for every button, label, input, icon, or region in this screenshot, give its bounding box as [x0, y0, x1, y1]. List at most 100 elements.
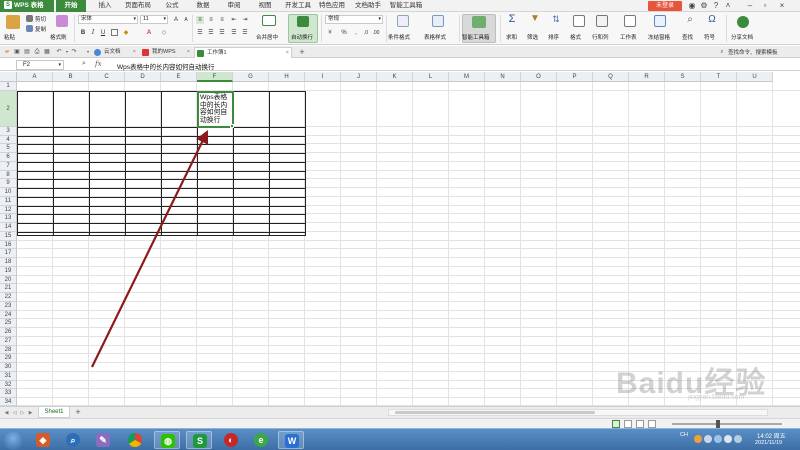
align-left-icon[interactable]: ☰	[196, 29, 204, 37]
close-icon[interactable]: ×	[133, 47, 136, 58]
wrap-text-icon[interactable]	[297, 16, 309, 27]
taskbar-app-game[interactable]: ◈	[30, 431, 56, 449]
close-icon[interactable]: ×	[187, 47, 190, 58]
conditional-format-icon[interactable]	[397, 15, 409, 27]
taskbar-app-wps-sheets[interactable]: S	[186, 431, 212, 449]
border-icon[interactable]	[111, 29, 118, 36]
worksheet-button[interactable]: 工作表	[620, 33, 637, 41]
help-icon[interactable]: ?	[710, 1, 722, 11]
row-col-icon[interactable]	[596, 15, 608, 27]
currency-icon[interactable]: ¥	[326, 29, 334, 37]
tray-volume-icon[interactable]	[724, 435, 732, 443]
table-style-button[interactable]: 表格样式	[424, 33, 446, 41]
find-button[interactable]: 查找	[682, 33, 693, 41]
align-right-icon[interactable]: ☰	[218, 29, 226, 37]
toolbox-icon[interactable]	[472, 16, 486, 28]
name-box[interactable]: F2 ▾	[16, 60, 64, 70]
redo-icon[interactable]: ↷	[70, 48, 78, 56]
prev-sheet-icon[interactable]: ◁	[11, 409, 18, 417]
share-doc-button[interactable]: 分享文档	[731, 33, 753, 41]
merge-center-button[interactable]: 合并居中	[256, 33, 278, 41]
tab-page-layout[interactable]: 页面布局	[121, 0, 155, 12]
scrollbar-thumb[interactable]	[395, 411, 595, 414]
tab-home[interactable]: 开始	[56, 0, 86, 12]
zoom-search-icon[interactable]: ⌕	[82, 60, 86, 68]
taskbar-app-search[interactable]: ⌕	[60, 431, 86, 449]
align-bottom-icon[interactable]: ≡	[218, 16, 226, 24]
horizontal-scrollbar[interactable]	[388, 409, 768, 416]
copy-button[interactable]: 复制	[35, 25, 46, 33]
clock-time[interactable]: 14:02 周五	[757, 431, 786, 440]
indent-decrease-icon[interactable]: ⇤	[230, 16, 238, 24]
formula-input[interactable]: Wps表格中的长内容如何自动换行	[117, 61, 215, 71]
tray-flag-icon[interactable]	[734, 435, 742, 443]
tab-doc-assistant[interactable]: 文档助手	[352, 0, 384, 12]
taskbar-app-wechat[interactable]: ◍	[154, 431, 180, 449]
tab-view[interactable]: 视图	[252, 0, 278, 12]
decimal-decrease-icon[interactable]: .00	[372, 29, 380, 37]
clear-format-icon[interactable]: ◇	[160, 29, 168, 37]
save-icon[interactable]: ▣	[13, 48, 21, 56]
font-color-icon[interactable]: A	[145, 29, 153, 37]
find-icon[interactable]: ⌕	[686, 15, 694, 25]
last-sheet-icon[interactable]: ▶	[27, 409, 34, 417]
skin-icon[interactable]: ◉	[686, 1, 698, 11]
align-center-icon[interactable]: ☰	[207, 29, 215, 37]
tab-my-wps[interactable]: 我的WPS ×	[140, 47, 192, 58]
tab-data[interactable]: 数据	[190, 0, 216, 12]
output-pdf-icon[interactable]: ▤	[23, 48, 31, 56]
conditional-format-button[interactable]: 条件格式	[388, 33, 410, 41]
sum-icon[interactable]: Σ	[508, 14, 516, 25]
wrap-text-button[interactable]: 自动换行	[291, 33, 313, 41]
settings-icon[interactable]: ⚙	[698, 1, 710, 11]
app-menu-button[interactable]: S WPS 表格	[0, 0, 54, 12]
sum-button[interactable]: 求和	[506, 33, 517, 41]
font-size-select[interactable]: 11 ▾	[140, 15, 168, 24]
font-grow-icon[interactable]: A	[172, 16, 180, 24]
maximize-icon[interactable]: ▫	[759, 1, 771, 11]
worksheet-icon[interactable]	[624, 15, 636, 27]
table-style-icon[interactable]	[432, 15, 444, 27]
taskbar-app-chrome[interactable]	[122, 431, 148, 449]
tray-sync-icon[interactable]	[714, 435, 722, 443]
taskbar-app-wps-writer[interactable]: W	[278, 431, 304, 449]
tab-developer[interactable]: 开发工具	[283, 0, 313, 12]
zoom-slider[interactable]	[672, 423, 782, 425]
new-tab-button[interactable]: +	[298, 48, 306, 57]
distribute-icon[interactable]: ☰	[241, 29, 249, 37]
add-sheet-button[interactable]: +	[73, 408, 83, 417]
zoom-slider-knob[interactable]	[716, 420, 720, 428]
copy-icon[interactable]	[26, 25, 33, 32]
ribbon-collapse-icon[interactable]: ˄	[722, 1, 734, 11]
print-preview-icon[interactable]: ▦	[43, 48, 51, 56]
scissors-icon[interactable]	[26, 15, 33, 22]
open-folder-icon[interactable]: ▰	[3, 48, 11, 56]
bold-button[interactable]: B	[79, 29, 87, 37]
symbol-icon[interactable]: Ω	[708, 15, 716, 25]
format-icon[interactable]	[573, 15, 585, 27]
underline-button[interactable]: U	[99, 29, 107, 37]
format-painter-icon[interactable]	[56, 15, 68, 27]
freeze-panes-icon[interactable]	[654, 15, 666, 27]
clock-date[interactable]: 2021/11/19	[755, 440, 782, 446]
undo-icon[interactable]: ↶	[55, 48, 63, 56]
align-top-icon[interactable]: ≡	[196, 16, 204, 24]
sort-button[interactable]: 排序	[548, 33, 559, 41]
format-painter-button[interactable]: 格式刷	[50, 33, 67, 41]
fill-color-icon[interactable]: ◆	[122, 29, 130, 37]
login-button[interactable]: 未登录	[648, 1, 682, 11]
filter-icon[interactable]: ▼	[530, 14, 540, 24]
cut-button[interactable]: 剪切	[35, 15, 46, 23]
paste-button-label[interactable]: 粘贴	[4, 33, 15, 41]
tab-cloud-docs[interactable]: 云文档 ×	[92, 47, 138, 58]
tab-special-apps[interactable]: 特色应用	[317, 0, 347, 12]
merge-center-icon[interactable]	[262, 15, 276, 26]
close-icon[interactable]: ×	[286, 48, 289, 59]
lang-indicator[interactable]: CH	[680, 432, 688, 438]
taskbar-app-tools[interactable]: ✎	[90, 431, 116, 449]
close-icon[interactable]: ×	[776, 1, 788, 11]
indent-increase-icon[interactable]: ⇥	[241, 16, 249, 24]
row-col-button[interactable]: 行和列	[592, 33, 609, 41]
minimize-icon[interactable]: –	[744, 1, 756, 11]
paste-icon[interactable]	[6, 15, 20, 29]
